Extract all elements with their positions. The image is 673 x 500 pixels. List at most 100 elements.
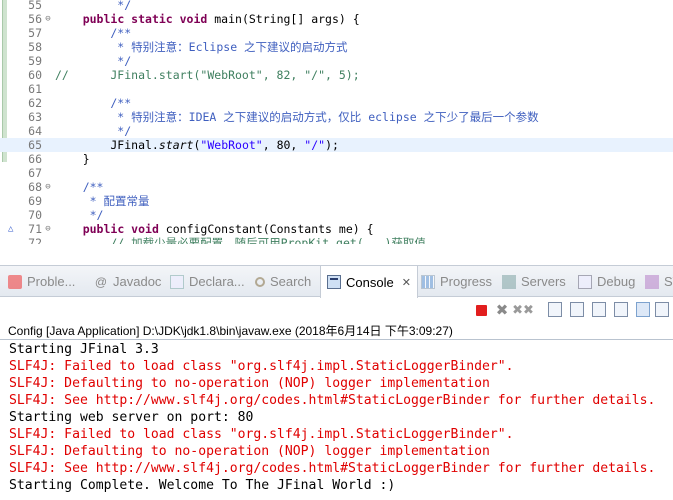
- code-text: */: [55, 124, 131, 138]
- code-line[interactable]: 61: [0, 82, 673, 96]
- tab-problems[interactable]: Proble...: [8, 266, 75, 297]
- code-token: JFinal.: [55, 138, 159, 152]
- console-error-line: SLF4J: Defaulting to no-operation (NOP) …: [9, 376, 490, 391]
- code-line[interactable]: 64 */: [0, 124, 673, 138]
- console-output-line: Starting Complete. Welcome To The JFinal…: [9, 478, 396, 493]
- fold-toggle-icon[interactable]: ⊖: [43, 222, 53, 236]
- tab-label: Progress: [440, 274, 493, 289]
- code-line[interactable]: △ 71 ⊖ public void configConstant(Constant…: [0, 222, 673, 236]
- line-number: 70: [28, 208, 42, 222]
- tab-sv[interactable]: SV: [645, 266, 673, 297]
- code-token: me: [338, 222, 353, 236]
- remove-launch-icon[interactable]: ✖: [494, 301, 510, 319]
- fold-toggle-icon[interactable]: ⊖: [43, 12, 53, 26]
- code-token: */: [55, 54, 132, 68]
- tab-label: Proble...: [27, 274, 76, 289]
- code-token: args: [311, 12, 339, 26]
- code-token: "WebRoot": [200, 138, 263, 152]
- code-token: configConstant(Constants: [158, 222, 339, 236]
- tab-declaration[interactable]: Declara...: [170, 266, 245, 297]
- console-output-line: Starting JFinal 3.3: [9, 342, 159, 357]
- code-line[interactable]: 63 * 特别注意：IDEA 之下建议的启动方式，仅比 eclipse 之下少了…: [0, 110, 673, 124]
- remove-all-terminated-icon[interactable]: ✖✖: [512, 302, 534, 318]
- console-icon: [327, 275, 341, 289]
- console-output[interactable]: Starting JFinal 3.3 SLF4J: Failed to load…: [0, 339, 673, 500]
- code-line[interactable]: 56 ⊖ public static void main(String[] arg…: [0, 12, 673, 26]
- line-number: 61: [28, 82, 42, 96]
- code-line[interactable]: 70 */: [0, 208, 673, 222]
- code-text: * 配置常量: [55, 194, 150, 208]
- tab-label: Servers: [521, 274, 566, 289]
- terminate-icon[interactable]: [473, 302, 489, 318]
- code-text: public static void main(String[] args) {: [55, 12, 360, 26]
- tab-console[interactable]: Console ✕: [320, 266, 418, 298]
- line-number: 62: [28, 96, 42, 110]
- code-token: , 80,: [262, 138, 305, 152]
- tab-progress[interactable]: Progress: [421, 266, 492, 297]
- line-number: 72: [28, 236, 42, 244]
- tab-debug[interactable]: Debug: [578, 266, 635, 297]
- fold-toggle-icon[interactable]: ⊖: [43, 180, 53, 194]
- display-selected-console-icon[interactable]: [636, 302, 650, 317]
- view-tab-bar: Proble... @ Javadoc Declara... Search Console…: [0, 265, 673, 298]
- code-line[interactable]: 57 /**: [0, 26, 673, 40]
- line-number: 57: [28, 26, 42, 40]
- tab-label: Console: [346, 274, 394, 290]
- console-error-line: SLF4J: See http://www.slf4j.org/codes.ht…: [9, 461, 656, 476]
- code-token: // JFinal.start("WebRoot", 82, "/", 5);: [55, 68, 360, 82]
- tab-javadoc[interactable]: @ Javadoc: [94, 266, 162, 297]
- code-line[interactable]: 68 ⊖ /**: [0, 180, 673, 194]
- console-launch-description: Config [Java Application] D:\JDK\jdk1.8\…: [8, 324, 453, 338]
- code-token: ) {: [352, 222, 374, 236]
- code-token: */: [55, 124, 132, 138]
- code-token: * 配置常量: [55, 194, 150, 208]
- line-number: 63: [28, 110, 42, 124]
- code-token: ) {: [338, 12, 360, 26]
- code-token: /**: [55, 96, 132, 110]
- code-line[interactable]: 55 */: [0, 0, 673, 12]
- code-token: start: [158, 138, 194, 152]
- open-console-icon[interactable]: [655, 302, 669, 317]
- code-token: }: [55, 152, 90, 166]
- code-editor[interactable]: 55 */56 ⊖ public static void main(String[…: [0, 0, 673, 244]
- code-line[interactable]: 58 * 特别注意：Eclipse 之下建议的启动方式: [0, 40, 673, 54]
- code-text: // JFinal.start("WebRoot", 82, "/", 5);: [55, 68, 360, 82]
- console-error-line: SLF4J: See http://www.slf4j.org/codes.ht…: [9, 393, 656, 408]
- console-error-line: SLF4J: Failed to load class "org.slf4j.i…: [9, 427, 514, 442]
- clear-console-icon[interactable]: [548, 302, 562, 317]
- pin-console-icon[interactable]: [614, 302, 628, 317]
- line-number: 64: [28, 124, 42, 138]
- code-line[interactable]: 65 JFinal.start("WebRoot", 80, "/");: [0, 138, 673, 152]
- code-line[interactable]: 72 // 加载少量必要配置，随后可用PropKit.get(...)获取值: [0, 236, 673, 244]
- line-number: 66: [28, 152, 42, 166]
- code-token: */: [55, 208, 104, 222]
- code-text: * 特别注意：IDEA 之下建议的启动方式，仅比 eclipse 之下少了最后一…: [55, 110, 539, 124]
- code-line[interactable]: 60 // JFinal.start("WebRoot", 82, "/", 5)…: [0, 68, 673, 82]
- close-icon[interactable]: ✕: [402, 276, 411, 289]
- console-output-line: Starting web server on port: 80: [9, 410, 254, 425]
- code-token: "/": [304, 138, 326, 152]
- code-token: main(String[]: [207, 12, 312, 26]
- tab-servers[interactable]: Servers: [502, 266, 566, 297]
- code-line[interactable]: 69 * 配置常量: [0, 194, 673, 208]
- code-line[interactable]: 67: [0, 166, 673, 180]
- word-wrap-icon[interactable]: [592, 302, 606, 317]
- javadoc-icon: @: [94, 274, 108, 289]
- line-number: 55: [28, 0, 42, 12]
- code-token: * 特别注意：IDEA 之下建议的启动方式，仅比 eclipse 之下少了最后一…: [55, 110, 539, 124]
- tab-label: SV: [664, 274, 673, 289]
- code-token: );: [325, 138, 339, 152]
- servers-icon: [502, 274, 516, 289]
- line-number: 60: [28, 68, 42, 82]
- code-token: * 特别注意：Eclipse 之下建议的启动方式: [55, 40, 348, 54]
- tab-label: Declara...: [189, 274, 245, 289]
- code-text: JFinal.start("WebRoot", 80, "/");: [55, 138, 339, 152]
- console-error-line: SLF4J: Failed to load class "org.slf4j.i…: [9, 359, 514, 374]
- code-token: public static void: [82, 12, 208, 26]
- tab-search[interactable]: Search: [255, 266, 311, 297]
- code-line[interactable]: 59 */: [0, 54, 673, 68]
- code-line[interactable]: 62 /**: [0, 96, 673, 110]
- code-line[interactable]: 66 }: [0, 152, 673, 166]
- scroll-lock-icon[interactable]: [570, 302, 584, 317]
